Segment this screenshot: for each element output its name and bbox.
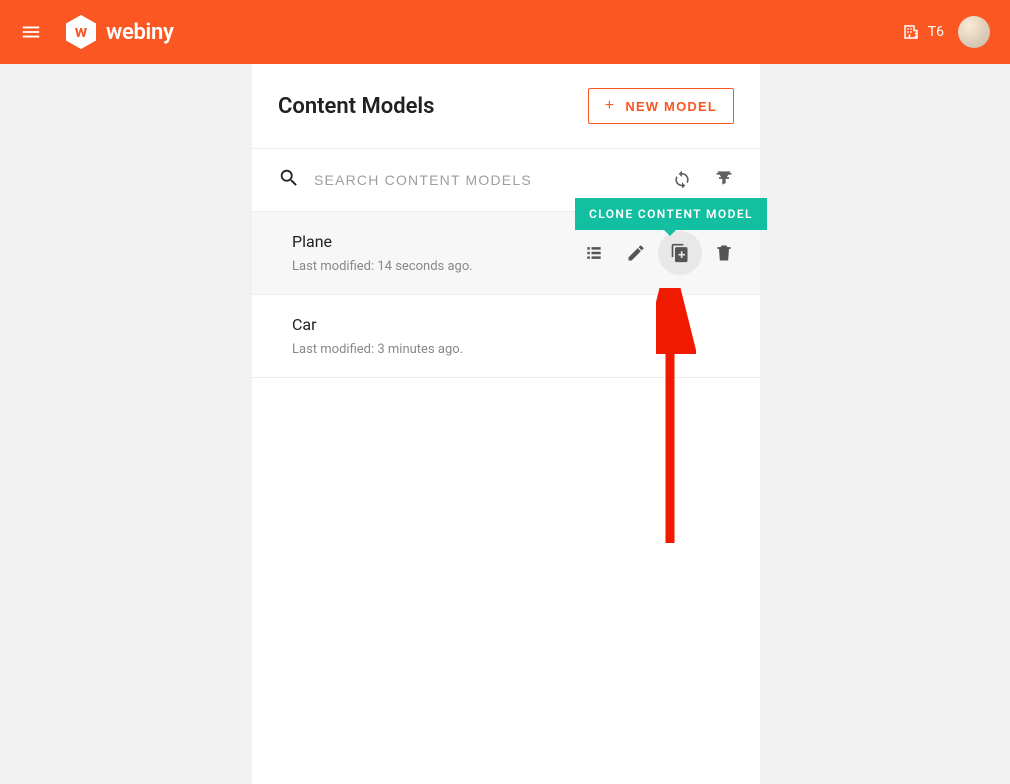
filter-button[interactable] [714,168,734,192]
content-panel: Content Models + NEW MODEL CLONE CONTENT… [252,64,760,784]
tenant-selector[interactable]: T6 [902,23,944,41]
view-entries-button[interactable] [584,243,604,263]
search-icon [278,167,300,193]
edit-button[interactable] [626,243,646,263]
clone-button[interactable] [658,231,702,275]
tenant-label: T6 [928,24,944,40]
trash-icon [714,243,734,263]
list-item[interactable]: Car Last modified: 3 minutes ago. [252,295,760,378]
item-actions [584,241,734,265]
logo[interactable]: w webiny [66,15,174,49]
refresh-icon [672,168,692,188]
delete-button[interactable] [714,243,734,263]
header-right: T6 [902,16,990,48]
tooltip-label: CLONE CONTENT MODEL [589,207,753,221]
item-meta: Plane Last modified: 14 seconds ago. [292,232,473,274]
panel-header: Content Models + NEW MODEL [252,64,760,149]
list-icon [584,243,604,263]
clone-icon [670,243,690,263]
refresh-button[interactable] [672,168,692,192]
tooltip: CLONE CONTENT MODEL [575,198,767,230]
search-actions [672,168,734,192]
building-icon [902,23,920,41]
avatar[interactable] [958,16,990,48]
filter-icon [714,168,734,188]
item-title: Plane [292,232,473,251]
item-subtitle: Last modified: 14 seconds ago. [292,259,473,274]
item-subtitle: Last modified: 3 minutes ago. [292,342,463,357]
list-container: CLONE CONTENT MODEL Plane Last modified:… [252,212,760,378]
search-input[interactable] [314,172,658,188]
item-meta: Car Last modified: 3 minutes ago. [292,315,463,357]
hamburger-icon [20,21,42,43]
new-model-label: NEW MODEL [625,99,717,114]
logo-text: webiny [106,20,174,45]
plus-icon: + [605,98,616,114]
pencil-icon [626,243,646,263]
app-header: w webiny T6 [0,0,1010,64]
header-left: w webiny [20,15,174,49]
menu-button[interactable] [20,21,42,43]
new-model-button[interactable]: + NEW MODEL [588,88,734,124]
page-title: Content Models [278,94,434,119]
item-title: Car [292,315,463,334]
logo-hexagon-icon: w [66,15,96,49]
